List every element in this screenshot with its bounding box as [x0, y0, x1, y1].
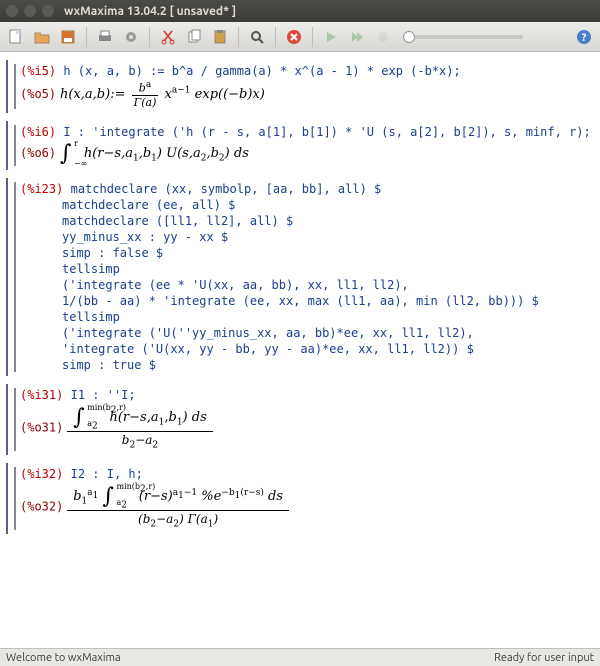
status-right: Ready for user input: [494, 652, 594, 664]
output-math: r∫−∞ h(r−s,a1,b1) U(s,a2,b2) ds: [60, 146, 249, 161]
main-toolbar: ?: [0, 22, 600, 52]
maximize-icon[interactable]: [42, 5, 54, 17]
input-code[interactable]: simp : false $: [62, 246, 163, 260]
toolbar-separator: [149, 27, 150, 47]
window-title: wxMaxima 13.04.2 [ unsaved* ]: [64, 5, 236, 18]
input-code[interactable]: simp : true $: [62, 358, 156, 372]
output-label: (%o32): [20, 500, 63, 514]
print-button[interactable]: [93, 25, 117, 49]
animation-slider[interactable]: [403, 35, 523, 39]
output-math: b1a1 min(b2,r)∫a2 (r−s)a1−1 %e−b1(r−s) d…: [67, 499, 289, 514]
cell-i31: (%i31) I1 : ''I; (%o31) min(b2,r)∫a2 h(r…: [6, 384, 596, 455]
input-code[interactable]: 1/(bb - aa) * 'integrate (ee, xx, max (l…: [62, 294, 539, 308]
find-button[interactable]: [245, 25, 269, 49]
input-code[interactable]: I : 'integrate ('h (r - s, a[1], b[1]) *…: [63, 125, 590, 139]
toolbar-separator: [86, 27, 87, 47]
settings-button[interactable]: [119, 25, 143, 49]
input-code[interactable]: tellsimp: [62, 262, 120, 276]
output-label: (%o5): [20, 87, 56, 101]
anim-start-icon[interactable]: [371, 25, 395, 49]
input-label: (%i5): [20, 64, 56, 78]
new-file-button[interactable]: [4, 25, 28, 49]
input-code[interactable]: matchdeclare ([ll1, ll2], all) $: [62, 214, 293, 228]
input-code[interactable]: matchdeclare (ee, all) $: [62, 198, 235, 212]
input-code[interactable]: I1 : ''I;: [71, 388, 136, 402]
help-button[interactable]: ?: [572, 25, 596, 49]
input-label: (%i23): [20, 182, 63, 196]
copy-button[interactable]: [182, 25, 206, 49]
cell-i23: (%i23) matchdeclare (xx, symbolp, [aa, b…: [6, 178, 596, 376]
input-code[interactable]: ('integrate (ee * 'U(xx, aa, bb), xx, ll…: [62, 278, 409, 292]
status-left: Welcome to wxMaxima: [6, 652, 121, 664]
toolbar-separator: [275, 27, 276, 47]
input-label: (%i6): [20, 125, 56, 139]
input-label: (%i31): [20, 388, 63, 402]
input-code[interactable]: ('integrate ('U(''yy_minus_xx, aa, bb)*e…: [62, 326, 474, 340]
toolbar-separator: [312, 27, 313, 47]
cut-button[interactable]: [156, 25, 180, 49]
window-titlebar: wxMaxima 13.04.2 [ unsaved* ]: [0, 0, 600, 22]
output-math: h(x,a,b):= baΓ(a) xa−1 exp((−b)x): [60, 87, 265, 102]
play-all-button[interactable]: [345, 25, 369, 49]
output-math: min(b2,r)∫a2 h(r−s,a1,b1) ds b2−a2: [67, 420, 213, 435]
output-label: (%o31): [20, 420, 63, 434]
input-code[interactable]: yy_minus_xx : yy - xx $: [62, 230, 228, 244]
output-label: (%o6): [20, 146, 56, 160]
minimize-icon[interactable]: [24, 5, 36, 17]
input-code[interactable]: 'integrate ('U(xx, yy - bb, yy - aa)*ee,…: [62, 342, 474, 356]
input-code[interactable]: tellsimp: [62, 310, 120, 324]
status-bar: Welcome to wxMaxima Ready for user input: [0, 648, 600, 666]
input-code[interactable]: matchdeclare (xx, symbolp, [aa, bb], all…: [71, 182, 382, 196]
input-label: (%i32): [20, 467, 63, 481]
paste-button[interactable]: [208, 25, 232, 49]
open-file-button[interactable]: [30, 25, 54, 49]
play-button[interactable]: [319, 25, 343, 49]
worksheet-area[interactable]: (%i5) h (x, a, b) := b^a / gamma(a) * x^…: [0, 52, 600, 648]
input-code[interactable]: h (x, a, b) := b^a / gamma(a) * x^(a - 1…: [63, 64, 460, 78]
cell-i5: (%i5) h (x, a, b) := b^a / gamma(a) * x^…: [6, 60, 596, 113]
close-icon[interactable]: [6, 5, 18, 17]
toolbar-separator: [238, 27, 239, 47]
svg-text:?: ?: [582, 32, 587, 44]
cell-i32: (%i32) I2 : I, h; (%o32) b1a1 min(b2,r)∫…: [6, 463, 596, 534]
window-controls: [6, 5, 54, 17]
save-file-button[interactable]: [56, 25, 80, 49]
stop-button[interactable]: [282, 25, 306, 49]
cell-i6: (%i6) I : 'integrate ('h (r - s, a[1], b…: [6, 121, 596, 170]
input-code[interactable]: I2 : I, h;: [71, 467, 143, 481]
